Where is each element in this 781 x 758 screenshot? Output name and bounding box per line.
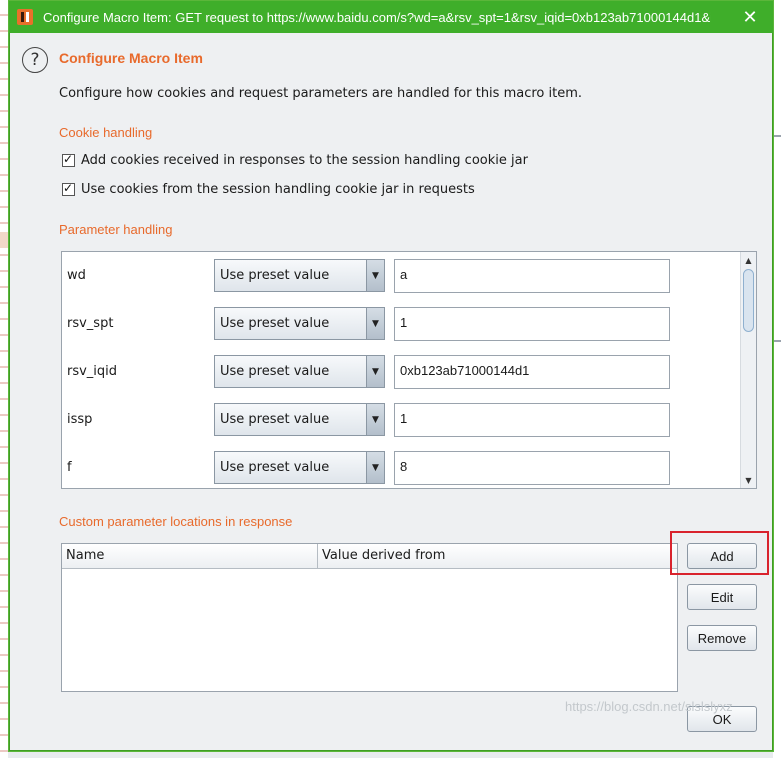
custom-locations-label: Custom parameter locations in response: [59, 514, 293, 529]
add-cookies-label: Add cookies received in responses to the…: [81, 153, 528, 168]
chevron-down-icon[interactable]: ▼: [366, 452, 384, 483]
param-mode-value: Use preset value: [220, 316, 330, 331]
help-icon[interactable]: ?: [22, 47, 48, 73]
param-name: rsv_iqid: [67, 364, 118, 379]
parameter-handling-panel: wd Use preset value ▼ a rsv_spt Use pres…: [61, 251, 757, 489]
param-mode-select[interactable]: Use preset value ▼: [214, 355, 385, 388]
param-mode-value: Use preset value: [220, 460, 330, 475]
remove-button[interactable]: Remove: [687, 625, 757, 651]
param-mode-value: Use preset value: [220, 412, 330, 427]
burp-suite-icon: [17, 9, 33, 25]
param-name: f: [67, 460, 72, 475]
parameter-scrollbar[interactable]: ▲ ▼: [740, 252, 756, 488]
use-cookies-label: Use cookies from the session handling co…: [81, 182, 475, 197]
scroll-up-icon[interactable]: ▲: [741, 252, 756, 268]
param-row: issp Use preset value ▼ 1: [62, 403, 742, 439]
dialog-heading: Configure Macro Item: [59, 50, 203, 66]
highlight-annotation: [670, 531, 769, 575]
edit-button[interactable]: Edit: [687, 584, 757, 610]
param-value-input[interactable]: 0xb123ab71000144d1: [394, 355, 670, 389]
background-line: [774, 135, 781, 137]
table-header: Name Value derived from: [62, 544, 677, 569]
param-row: f Use preset value ▼ 8: [62, 451, 742, 487]
parameter-handling-label: Parameter handling: [59, 222, 173, 237]
param-value-input[interactable]: 1: [394, 307, 670, 341]
param-mode-value: Use preset value: [220, 364, 330, 379]
background-line: [774, 340, 781, 342]
param-mode-select[interactable]: Use preset value ▼: [214, 403, 385, 436]
scrollbar-thumb[interactable]: [743, 269, 754, 332]
column-header-value-derived-from[interactable]: Value derived from: [318, 544, 677, 569]
chevron-down-icon[interactable]: ▼: [366, 308, 384, 339]
column-header-name[interactable]: Name: [62, 544, 318, 569]
chevron-down-icon[interactable]: ▼: [366, 404, 384, 435]
chevron-down-icon[interactable]: ▼: [366, 260, 384, 291]
param-mode-select[interactable]: Use preset value ▼: [214, 259, 385, 292]
param-name: rsv_spt: [67, 316, 114, 331]
param-value-input[interactable]: 8: [394, 451, 670, 485]
window-title: Configure Macro Item: GET request to htt…: [43, 9, 711, 25]
dialog-content: ? Configure Macro Item Configure how coo…: [9, 33, 773, 751]
param-mode-select[interactable]: Use preset value ▼: [214, 451, 385, 484]
param-name: issp: [67, 412, 93, 427]
custom-locations-table[interactable]: Name Value derived from: [61, 543, 678, 692]
configure-macro-item-dialog: Configure Macro Item: GET request to htt…: [8, 0, 774, 752]
param-row: wd Use preset value ▼ a: [62, 259, 742, 295]
background-band: [0, 232, 8, 248]
scroll-down-icon[interactable]: ▼: [741, 472, 756, 488]
title-bar[interactable]: Configure Macro Item: GET request to htt…: [9, 1, 773, 33]
param-value-input[interactable]: a: [394, 259, 670, 293]
param-row: rsv_spt Use preset value ▼ 1: [62, 307, 742, 343]
param-mode-value: Use preset value: [220, 268, 330, 283]
background-app-right: [773, 0, 781, 758]
watermark: https://blog.csdn.net/slslslyxz: [565, 699, 733, 714]
param-mode-select[interactable]: Use preset value ▼: [214, 307, 385, 340]
use-cookies-checkbox[interactable]: [62, 181, 75, 196]
chevron-down-icon[interactable]: ▼: [366, 356, 384, 387]
dialog-description: Configure how cookies and request parame…: [59, 86, 583, 101]
param-row: rsv_iqid Use preset value ▼ 0xb123ab7100…: [62, 355, 742, 391]
close-icon[interactable]: ✕: [727, 1, 773, 33]
param-name: wd: [67, 268, 86, 283]
use-cookies-option[interactable]: Use cookies from the session handling co…: [62, 181, 475, 197]
add-cookies-option[interactable]: Add cookies received in responses to the…: [62, 152, 528, 168]
background-app-left: [0, 0, 8, 758]
add-cookies-checkbox[interactable]: [62, 152, 75, 167]
param-value-input[interactable]: 1: [394, 403, 670, 437]
cookie-handling-label: Cookie handling: [59, 125, 153, 140]
